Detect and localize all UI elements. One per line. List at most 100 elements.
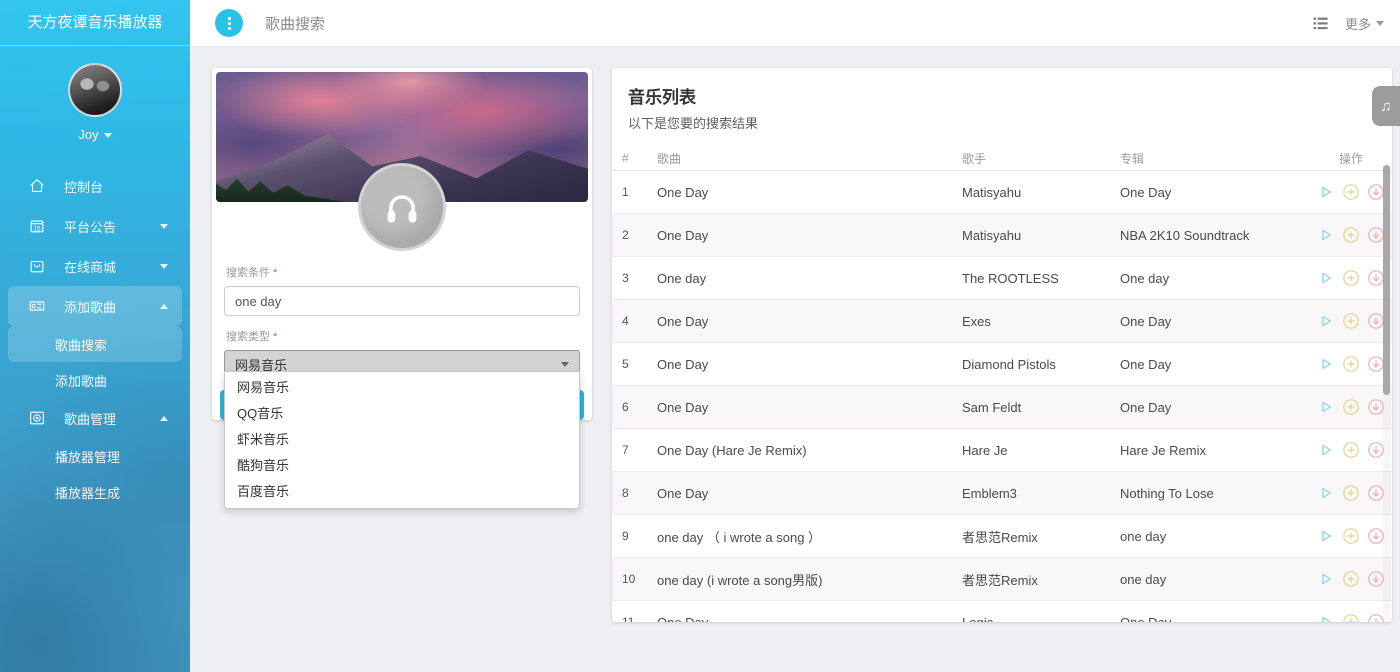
music-list-panel: 音乐列表 以下是您要的搜索结果 # 歌曲 歌手 专辑 操作 1 One Day …	[612, 68, 1392, 622]
add-icon[interactable]	[1342, 355, 1360, 373]
row-artist: Sam Feldt	[962, 400, 1120, 415]
row-album: Nothing To Lose	[1120, 486, 1315, 501]
info-button[interactable]	[215, 9, 243, 37]
row-song: one day （ i wrote a song ）	[657, 527, 962, 546]
add-icon[interactable]	[1342, 527, 1360, 545]
row-album: One Day	[1120, 357, 1315, 372]
sidebar-item-console[interactable]: 控制台	[8, 166, 182, 206]
sidebar-item-player-management[interactable]: 播放器管理	[8, 438, 182, 474]
user-avatar	[68, 63, 122, 117]
add-icon[interactable]	[1342, 312, 1360, 330]
row-index: 7	[622, 443, 657, 457]
sidebar-item-label: 添加歌曲	[55, 371, 107, 390]
sidebar-item-song-management[interactable]: 歌曲管理	[8, 398, 182, 438]
sidebar-item-label: 播放器管理	[55, 447, 120, 466]
scrollbar-thumb[interactable]	[1383, 165, 1390, 395]
add-icon[interactable]	[1342, 441, 1360, 459]
add-icon[interactable]	[1342, 613, 1360, 622]
dropdown-option[interactable]: 酷狗音乐	[225, 453, 579, 479]
required-mark: *	[273, 267, 277, 279]
chevron-down-icon	[104, 133, 112, 138]
app-title: 天方夜谭音乐播放器	[0, 0, 190, 46]
more-label: 更多	[1345, 14, 1371, 33]
row-artist: Diamond Pistols	[962, 357, 1120, 372]
row-index: 6	[622, 400, 657, 414]
row-album: One Day	[1120, 615, 1315, 623]
col-actions: 操作	[1315, 150, 1392, 167]
search-keyword-input[interactable]	[224, 286, 580, 316]
table-row: 2 One Day Matisyahu NBA 2K10 Soundtrack	[612, 214, 1392, 257]
table-row: 11 One Day Logic One Day	[612, 601, 1392, 622]
col-song: 歌曲	[657, 150, 962, 167]
sidebar-item-label: 在线商城	[64, 257, 116, 276]
search-type-dropdown: 网易音乐QQ音乐虾米音乐酷狗音乐百度音乐	[224, 371, 580, 509]
headphones-badge	[358, 163, 446, 251]
row-index: 1	[622, 185, 657, 199]
play-icon[interactable]	[1317, 570, 1335, 588]
play-icon[interactable]	[1317, 613, 1335, 622]
chevron-down-icon	[1376, 21, 1384, 26]
row-album: Hare Je Remix	[1120, 443, 1315, 458]
play-icon[interactable]	[1317, 312, 1335, 330]
sidebar: 天方夜谭音乐播放器 Joy 控制台 15 平台公告 在线商城	[0, 0, 190, 672]
play-icon[interactable]	[1317, 355, 1335, 373]
row-artist: 者思范Remix	[962, 570, 1120, 589]
sidebar-item-announcements[interactable]: 15 平台公告	[8, 206, 182, 246]
chevron-up-icon	[160, 416, 168, 421]
row-song: One Day (Hare Je Remix)	[657, 443, 962, 458]
row-index: 2	[622, 228, 657, 242]
play-icon[interactable]	[1317, 441, 1335, 459]
add-icon[interactable]	[1342, 570, 1360, 588]
chevron-down-icon	[160, 224, 168, 229]
row-album: One Day	[1120, 314, 1315, 329]
add-icon[interactable]	[1342, 226, 1360, 244]
type-label: 搜索类型*	[226, 328, 580, 344]
disc-icon	[28, 409, 48, 427]
table-row: 6 One Day Sam Feldt One Day	[612, 386, 1392, 429]
col-artist: 歌手	[962, 150, 1120, 167]
row-index: 9	[622, 529, 657, 543]
table-row: 1 One Day Matisyahu One Day	[612, 171, 1392, 214]
sidebar-item-song-search[interactable]: 歌曲搜索	[8, 326, 182, 362]
shop-bag-icon	[28, 257, 48, 275]
row-song: One Day	[657, 228, 962, 243]
sidebar-item-player-generate[interactable]: 播放器生成	[8, 474, 182, 510]
add-icon[interactable]	[1342, 183, 1360, 201]
sidebar-item-label: 歌曲搜索	[55, 335, 107, 354]
row-index: 4	[622, 314, 657, 328]
row-index: 8	[622, 486, 657, 500]
row-song: One Day	[657, 357, 962, 372]
add-icon[interactable]	[1342, 398, 1360, 416]
sidebar-item-add-songs-group[interactable]: 添加歌曲	[8, 286, 182, 326]
info-icon	[228, 22, 231, 25]
play-icon[interactable]	[1317, 269, 1335, 287]
add-icon[interactable]	[1342, 484, 1360, 502]
chevron-down-icon	[160, 264, 168, 269]
music-list-title: 音乐列表	[628, 83, 1376, 108]
play-icon[interactable]	[1317, 484, 1335, 502]
list-icon[interactable]	[1311, 14, 1330, 33]
user-menu[interactable]: Joy	[0, 127, 190, 142]
row-album: one day	[1120, 572, 1315, 587]
play-icon[interactable]	[1317, 226, 1335, 244]
add-icon[interactable]	[1342, 269, 1360, 287]
table-body: 1 One Day Matisyahu One Day	[612, 171, 1392, 622]
table-row: 5 One Day Diamond Pistols One Day	[612, 343, 1392, 386]
play-icon[interactable]	[1317, 527, 1335, 545]
play-icon[interactable]	[1317, 398, 1335, 416]
sidebar-item-label: 控制台	[64, 177, 103, 196]
home-icon	[28, 177, 48, 195]
dropdown-option[interactable]: 百度音乐	[225, 479, 579, 505]
radio-icon	[28, 297, 48, 315]
dropdown-option[interactable]: QQ音乐	[225, 401, 579, 427]
music-note-tab[interactable]: ♫	[1372, 86, 1400, 126]
col-album: 专辑	[1120, 150, 1315, 167]
sidebar-item-add-song[interactable]: 添加歌曲	[8, 362, 182, 398]
table-row: 9 one day （ i wrote a song ） 者思范Remix on…	[612, 515, 1392, 558]
row-index: 3	[622, 271, 657, 285]
dropdown-option[interactable]: 网易音乐	[225, 375, 579, 401]
dropdown-option[interactable]: 虾米音乐	[225, 427, 579, 453]
sidebar-item-online-store[interactable]: 在线商城	[8, 246, 182, 286]
play-icon[interactable]	[1317, 183, 1335, 201]
more-menu[interactable]: 更多	[1345, 14, 1384, 33]
